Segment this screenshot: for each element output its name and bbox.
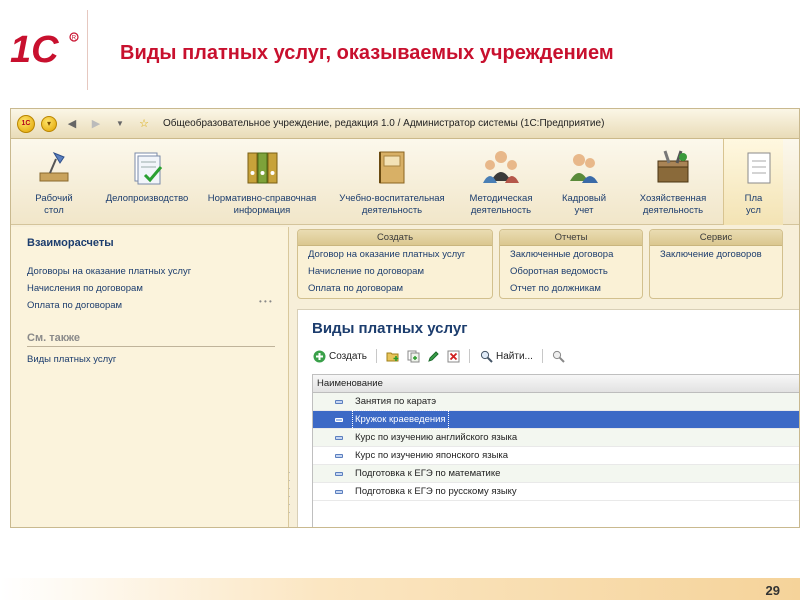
item-marker-icon (335, 471, 343, 476)
window-titlebar: 1С ▾ ◀ ▶ ▼ ☆ Общеобразовательное учрежде… (11, 109, 799, 139)
app-window: 1С ▾ ◀ ▶ ▼ ☆ Общеобразовательное учрежде… (10, 108, 800, 528)
svg-text:R: R (72, 36, 77, 42)
page-number: 29 (765, 583, 780, 598)
section-household-activity[interactable]: Хозяйственная деятельность (623, 139, 723, 225)
table-row-selected[interactable]: Кружок краеведения (313, 409, 799, 430)
back-arrow-icon[interactable]: ◀ (63, 115, 81, 133)
table-row[interactable]: Подготовка к ЕГЭ по математике (313, 465, 799, 483)
forward-arrow-icon[interactable]: ▶ (87, 115, 105, 133)
app-1c-icon[interactable]: 1С (17, 114, 35, 133)
delete-mark-icon[interactable] (446, 349, 460, 363)
copy-icon[interactable] (406, 349, 420, 363)
navigation-panel: Взаиморасчеты Договоры на оказание платн… (11, 227, 289, 527)
window-title: Общеобразовательное учреждение, редакция… (163, 118, 605, 129)
action-create-accrual[interactable]: Начисление по договорам (298, 263, 492, 280)
services-table: Наименование Занятия по каратэ Кружок кр… (312, 374, 799, 527)
1c-logo: 1С R (10, 29, 79, 68)
menu-round-icon[interactable]: ▾ (41, 115, 57, 132)
magnifier-icon (479, 349, 493, 363)
section-desktop[interactable]: Рабочий стол (11, 139, 97, 225)
sections-panel: Рабочий стол Делопроизводство Нормативно-… (11, 139, 799, 225)
logo-text: 1С (10, 29, 59, 68)
item-marker-icon (335, 399, 343, 404)
action-create-payment[interactable]: Оплата по договорам (298, 280, 492, 297)
form-toolbar: Создать Найти... (298, 344, 799, 368)
table-row[interactable]: Подготовка к ЕГЭ по русскому языку (313, 483, 799, 501)
actions-service-group: Сервис Заключение договоров (649, 229, 783, 299)
edit-pencil-icon[interactable] (426, 349, 440, 363)
section-methodical-activity[interactable]: Методическая деятельность (457, 139, 545, 225)
item-marker-icon (335, 453, 343, 458)
service-conclude-contracts[interactable]: Заключение договоров (650, 246, 782, 263)
staff-icon (562, 145, 606, 189)
logo-divider (87, 10, 88, 90)
find-button[interactable]: Найти... (479, 349, 533, 363)
nav-link-accruals[interactable]: Начисления по договорам (27, 280, 288, 297)
actions-grip[interactable]: • • • (259, 297, 272, 306)
nav-link-contracts[interactable]: Договоры на оказание платных услуг (27, 263, 288, 280)
desk-lamp-icon (32, 145, 76, 189)
nav-link-service-types[interactable]: Виды платных услуг (27, 351, 288, 368)
section-hr[interactable]: Кадровый учет (545, 139, 623, 225)
section-educational-activity[interactable]: Учебно-воспитательная деятельность (327, 139, 457, 225)
section-reference-info[interactable]: Нормативно-справочная информация (197, 139, 327, 225)
form-title: Виды платных услуг (312, 320, 468, 337)
paid-services-icon (732, 145, 776, 189)
list-form: Виды платных услуг Создать Найти... Наим… (297, 309, 799, 527)
table-row[interactable]: Курс по изучению японского языка (313, 447, 799, 465)
report-concluded-contracts[interactable]: Заключенные договора (500, 246, 642, 263)
slide-title: Виды платных услуг, оказываемых учрежден… (120, 42, 614, 64)
people-group-icon (479, 145, 523, 189)
slide: 1С R Виды платных услуг, оказываемых учр… (0, 0, 800, 600)
column-header-name[interactable]: Наименование (313, 375, 799, 393)
nav-group-title: Взаиморасчеты (27, 237, 114, 249)
create-button[interactable]: Создать (312, 349, 367, 363)
action-create-contract[interactable]: Договор на оказание платных услуг (298, 246, 492, 263)
actions-reports-title: Отчеты (500, 230, 642, 246)
actions-create-title: Создать (298, 230, 492, 246)
report-debtors[interactable]: Отчет по должникам (500, 280, 642, 297)
footer-band (0, 578, 800, 600)
section-paid-services[interactable]: Пла усл (723, 139, 783, 225)
toolbox-icon (651, 145, 695, 189)
actions-reports-group: Отчеты Заключенные договора Оборотная ве… (499, 229, 643, 299)
actions-service-title: Сервис (650, 230, 782, 246)
report-turnover-sheet[interactable]: Оборотная ведомость (500, 263, 642, 280)
item-marker-icon (335, 489, 343, 494)
nav-link-payments[interactable]: Оплата по договорам (27, 297, 288, 314)
actions-create-group: Создать Договор на оказание платных услу… (297, 229, 493, 299)
plus-green-icon (312, 349, 326, 363)
table-row[interactable]: Курс по изучению английского языка (313, 429, 799, 447)
actions-panel: Создать Договор на оказание платных услу… (297, 229, 797, 301)
history-dropdown-icon[interactable]: ▼ (111, 115, 129, 133)
add-folder-icon[interactable] (386, 349, 400, 363)
documents-check-icon (125, 145, 169, 189)
book-icon (370, 145, 414, 189)
item-marker-icon (335, 435, 343, 440)
panel-splitter[interactable]: · · · · · · (288, 469, 294, 517)
item-marker-icon (335, 417, 343, 422)
favorites-star-icon[interactable]: ☆ (135, 115, 153, 133)
section-records-management[interactable]: Делопроизводство (97, 139, 197, 225)
nav-see-also-title: См. также (27, 332, 275, 347)
table-row[interactable]: Занятия по каратэ (313, 393, 799, 411)
binders-icon (240, 145, 284, 189)
cancel-search-icon[interactable] (552, 349, 566, 363)
